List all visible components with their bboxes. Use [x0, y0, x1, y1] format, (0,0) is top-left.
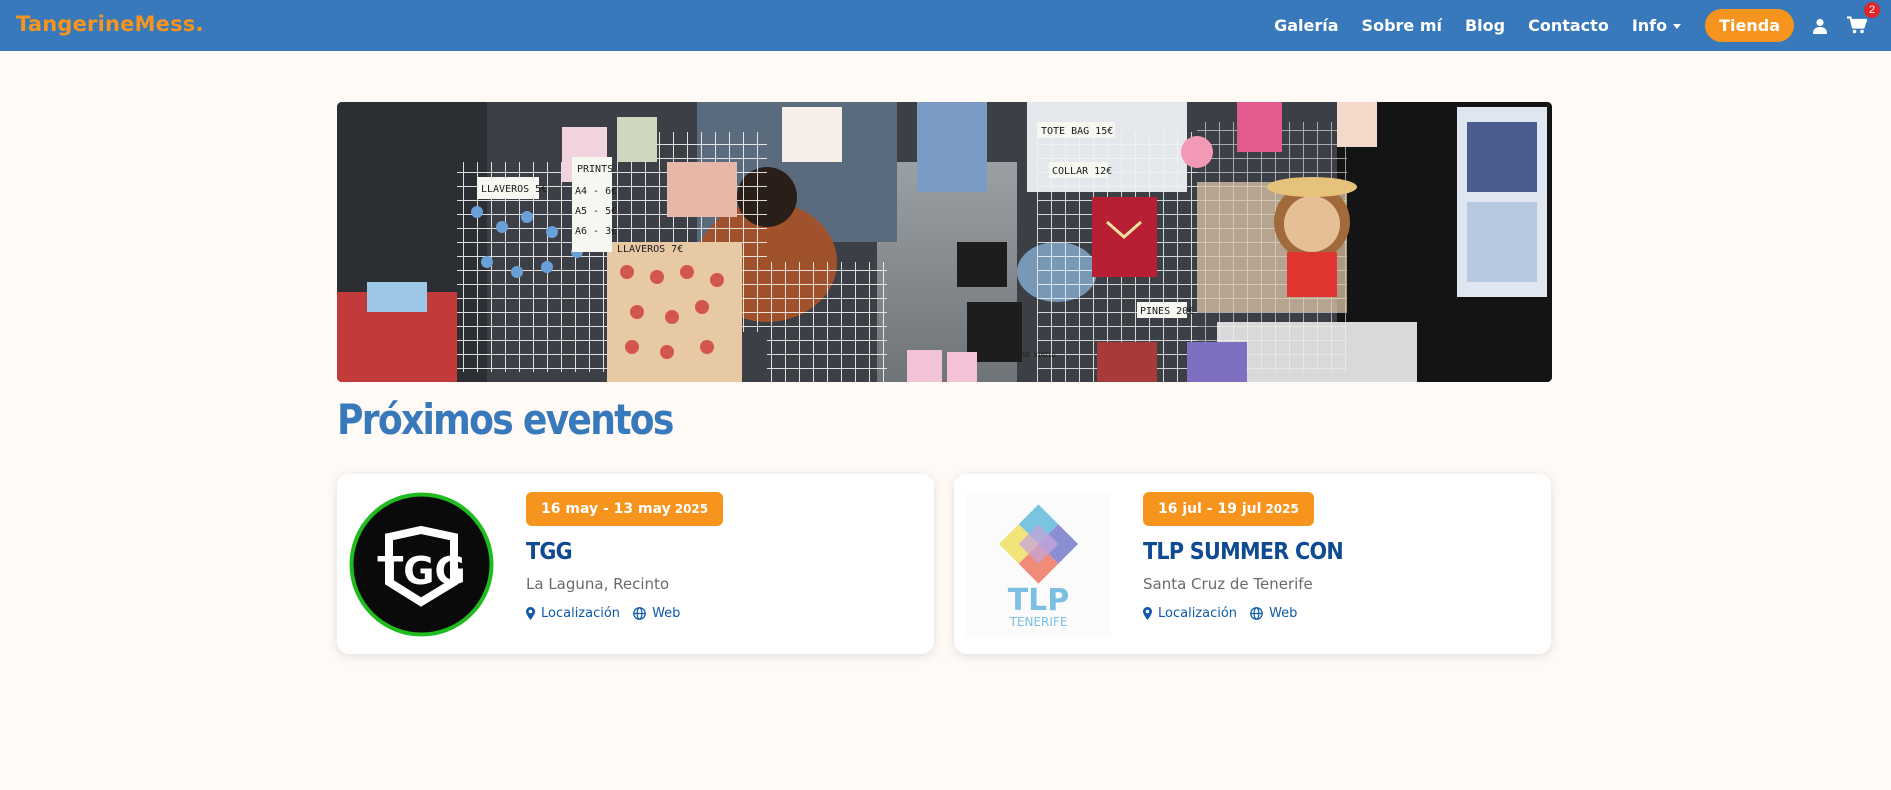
tlp-logo-text: TLP [1008, 583, 1070, 618]
map-pin-icon [1143, 607, 1152, 620]
event-year: 2025 [674, 502, 709, 516]
chevron-down-icon [1673, 24, 1682, 29]
event-web-link[interactable]: Web [633, 606, 680, 621]
globe-icon [633, 607, 646, 620]
hero-sign-a4: A4 - 6€ [575, 186, 617, 197]
hero-sign-llaveros-5: LLAVEROS 5€ [481, 184, 547, 195]
hero-sign-llaveros-7: LLAVEROS 7€ [617, 244, 683, 255]
event-body: 16 may - 13 may 2025 TGG La Laguna, Recin… [526, 492, 922, 621]
event-date-badge: 16 jul - 19 jul 2025 [1143, 492, 1314, 526]
event-year: 2025 [1265, 502, 1299, 516]
cart-count-badge: 2 [1864, 1, 1880, 18]
user-icon[interactable] [1810, 16, 1830, 36]
hero-sign-a6: A6 - 3€ [575, 226, 617, 237]
event-links: Localización Web [1143, 606, 1539, 621]
cart-button[interactable]: 2 [1847, 1, 1880, 36]
event-web-label: Web [1269, 606, 1298, 621]
page-title: Próximos eventos [337, 395, 674, 444]
hero-banner-image: LLAVEROS 5€ PRINTS A4 - 6€ A5 - 5€ A6 - … [337, 102, 1552, 382]
event-card: TLP TENERIFE 16 jul - 19 jul 2025 TLP SUM… [954, 474, 1551, 654]
hero-sign-pines: PINES 20€ [1140, 306, 1194, 317]
event-location-link[interactable]: Localización [526, 606, 620, 621]
hero-sign-prints: PRINTS [577, 164, 613, 175]
globe-icon [1250, 607, 1263, 620]
event-body: 16 jul - 19 jul 2025 TLP SUMMER CON Santa… [1143, 492, 1539, 621]
event-logo: TLP TENERIFE [966, 492, 1111, 637]
nav-link-galeria[interactable]: Galería [1274, 16, 1338, 35]
nav-link-contacto[interactable]: Contacto [1528, 16, 1609, 35]
hero-sign-collar: COLLAR 12€ [1052, 166, 1112, 177]
event-links: Localización Web [526, 606, 922, 621]
event-web-label: Web [652, 606, 681, 621]
hero-sign-tote-bag: TOTE BAG 15€ [1041, 126, 1113, 137]
event-web-link[interactable]: Web [1250, 606, 1297, 621]
nav-info-label: Info [1631, 16, 1668, 35]
hero-sign-pegatinas: PEGATINAS DE VINILO [987, 352, 1056, 359]
navbar: TangerineMess. Galería Sobre mí Blog Con… [0, 0, 1891, 51]
event-name: TGG [526, 539, 573, 565]
event-location-link[interactable]: Localización [1143, 606, 1237, 621]
event-logo: TGG [349, 492, 494, 637]
tgg-logo-text: TGG [377, 549, 465, 593]
event-place: La Laguna, Recinto [526, 575, 670, 593]
nav-dropdown-info[interactable]: Info [1631, 16, 1682, 35]
nav-link-blog[interactable]: Blog [1465, 16, 1505, 35]
tlp-logo-subtext: TENERIFE [1009, 615, 1068, 629]
cart-icon [1847, 15, 1868, 33]
map-pin-icon [526, 607, 535, 620]
event-place: Santa Cruz de Tenerife [1143, 575, 1313, 593]
nav-links: Galería Sobre mí Blog Contacto Info Tien… [1274, 0, 1891, 51]
brand-logo[interactable]: TangerineMess. [16, 12, 204, 36]
nav-link-sobre-mi[interactable]: Sobre mí [1362, 16, 1442, 35]
event-card: TGG 16 may - 13 may 2025 TGG La Laguna, R… [337, 474, 934, 654]
event-name: TLP SUMMER CON [1143, 539, 1344, 565]
event-location-label: Localización [541, 606, 621, 621]
event-date: 16 may - 13 may [541, 501, 671, 517]
event-date: 16 jul - 19 jul [1158, 501, 1262, 517]
hero-sign-a5: A5 - 5€ [575, 206, 617, 217]
event-date-badge: 16 may - 13 may 2025 [526, 492, 724, 526]
shop-button[interactable]: Tienda [1705, 9, 1794, 42]
event-location-label: Localización [1158, 606, 1238, 621]
